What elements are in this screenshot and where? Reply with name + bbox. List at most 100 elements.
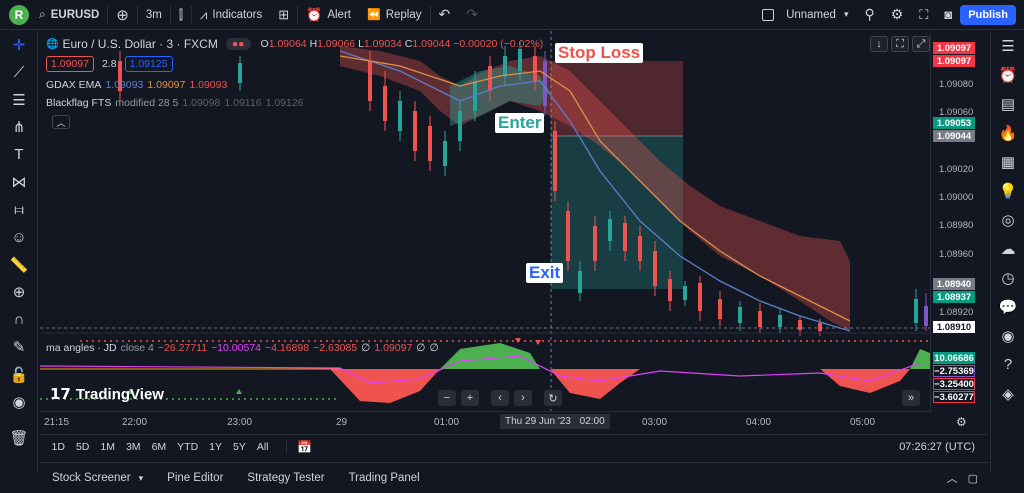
undo-button[interactable]: ↶ — [431, 0, 459, 30]
alerts-icon[interactable]: ⏰ — [991, 60, 1024, 89]
oscillator-legend[interactable]: ma angles · JD close 4 −26.27711 −10.005… — [46, 342, 439, 354]
ema-value-2: 1.09097 — [147, 79, 186, 91]
price-tick: 1.08920 — [939, 307, 974, 318]
publish-button[interactable]: Publish — [960, 4, 1016, 25]
layers-icon[interactable]: ◈ — [991, 379, 1024, 408]
osc-value-4: −2.63085 — [313, 342, 358, 354]
range-5d[interactable]: 5D — [70, 441, 94, 453]
position-icon[interactable]: ⧦ — [0, 196, 38, 224]
price-badge-gray: 1.09044 — [933, 130, 975, 142]
blackflag-value-2: 1.09116 — [224, 97, 262, 109]
scroll-to-realtime-button[interactable]: » — [902, 390, 920, 406]
ideas-icon[interactable]: 💡 — [991, 176, 1024, 205]
ruler-icon[interactable]: 📏 — [0, 251, 38, 279]
time-tick: 23:00 — [227, 417, 253, 428]
horizontal-lines-icon[interactable]: ☰ — [0, 86, 38, 114]
chats-icon[interactable]: ☁ — [991, 234, 1024, 263]
collapse-legend-button[interactable]: ︿ — [52, 115, 70, 129]
reset-view-button[interactable]: ↻ — [544, 390, 562, 406]
zoom-in-button[interactable]: + — [461, 390, 479, 406]
tab-strategy-tester[interactable]: Strategy Tester — [235, 472, 336, 484]
zoom-in-icon[interactable]: ⊕ — [0, 279, 38, 307]
range-3m[interactable]: 3M — [120, 441, 146, 453]
tab-stock-screener[interactable]: Stock Screener ▾ — [40, 472, 155, 484]
redo-button[interactable]: ↷ — [458, 0, 486, 30]
chart-pane[interactable]: 🌐 Euro / U.S. Dollar · 3 · FXCM ●● O1.09… — [40, 31, 987, 438]
tradingview-watermark[interactable]: 𝟭𝟳 TradingView — [50, 385, 164, 404]
range-1m[interactable]: 1M — [95, 441, 121, 453]
data-window-icon[interactable]: ▤ — [991, 89, 1024, 118]
scroll-left-button[interactable]: ‹ — [491, 390, 509, 406]
range-ytd[interactable]: YTD — [172, 441, 204, 453]
pitchfork-icon[interactable]: ⋔ — [0, 114, 38, 142]
range-6m[interactable]: 6M — [146, 441, 172, 453]
zoom-out-button[interactable]: − — [438, 390, 456, 406]
settings-corner[interactable]: ⚙ — [956, 415, 967, 429]
range-1y[interactable]: 1Y — [204, 441, 228, 453]
replay-button[interactable]: ⏪ Replay — [359, 0, 430, 30]
avatar[interactable]: R — [9, 4, 29, 25]
osc-negative-area-2 — [550, 369, 640, 399]
search-icon: ⌕ — [39, 7, 46, 21]
chat-bubble-icon[interactable]: 💬 — [991, 292, 1024, 321]
drawing-toolbar: ✛ ⟋ ☰ ⋔ T ⋈ ⧦ ☺ 📏 ⊕ ∩ ✎ 🔓 ◉ 🗑 — [0, 31, 38, 471]
legend-toggle[interactable]: ●● — [225, 38, 251, 50]
exit-label[interactable]: Exit — [526, 263, 564, 283]
expand-panel-button[interactable]: ︿ — [947, 470, 958, 486]
sell-button[interactable]: 1.09097 — [46, 56, 94, 72]
fullscreen-button[interactable]: ⛶ — [911, 0, 936, 30]
templates-button[interactable]: ⊞ — [270, 0, 297, 30]
indicators-button[interactable]: ⩘ Indicators — [192, 0, 270, 30]
range-1d[interactable]: 1D — [46, 441, 70, 453]
price-scale[interactable]: 1.09097 1.09097 1.09080 1.09060 1.09053 … — [930, 31, 990, 412]
chart-type-button[interactable]: ⫿ — [171, 0, 191, 30]
scroll-right-button[interactable]: › — [514, 390, 532, 406]
buy-button[interactable]: 1.09125 — [124, 56, 173, 72]
reset-chart-button[interactable]: ⤢ — [912, 36, 930, 52]
indicator-legend-blackflag[interactable]: Blackflag FTS modified 28 5 1.09098 1.09… — [46, 97, 304, 109]
broadcast-icon[interactable]: ◉ — [991, 321, 1024, 350]
symbol-search[interactable]: ⌕ EURUSD — [39, 0, 107, 30]
trash-icon[interactable]: 🗑 — [0, 424, 38, 452]
clock[interactable]: 07:26:27 (UTC) — [899, 441, 975, 453]
tab-pine-editor[interactable]: Pine Editor — [155, 472, 235, 484]
fullscreen-icon: ⛶ — [919, 6, 929, 22]
help-icon[interactable]: ? — [991, 350, 1024, 379]
symbol-title[interactable]: Euro / U.S. Dollar · 3 · FXCM — [62, 37, 217, 51]
eye-icon[interactable]: ◉ — [0, 389, 38, 417]
notifications-icon[interactable]: ◷ — [991, 263, 1024, 292]
calendar-icon[interactable]: ▦ — [991, 147, 1024, 176]
scroll-down-button[interactable]: ↓ — [870, 36, 888, 52]
text-icon[interactable]: T — [0, 141, 38, 169]
interval-button[interactable]: 3m — [138, 0, 170, 30]
maximize-panel-button[interactable]: ▢ — [968, 472, 978, 485]
compare-button[interactable]: ⊕ — [108, 0, 137, 30]
alert-button[interactable]: ⏰ Alert — [298, 0, 359, 30]
pencil-lock-icon[interactable]: ✎ — [0, 334, 38, 362]
chart-controls: ↓ ⛶ ⤢ — [870, 36, 930, 52]
crosshair-icon[interactable]: ✛ — [0, 31, 38, 59]
streams-icon[interactable]: ◎ — [991, 205, 1024, 234]
trend-line-icon[interactable]: ⟋ — [0, 59, 38, 87]
quick-search-button[interactable]: ⚲ — [856, 0, 882, 30]
time-scale[interactable]: 21:15 22:00 23:00 29 01:00 Thu 29 Jun '2… — [40, 411, 930, 433]
maximize-button[interactable]: ⛶ — [891, 36, 909, 52]
cursor-time: 02:00 — [579, 416, 605, 427]
range-5y[interactable]: 5Y — [228, 441, 252, 453]
settings-button[interactable]: ⚙ — [883, 0, 912, 30]
snapshot-button[interactable]: ◙ — [936, 0, 960, 30]
top-toolbar: R ⌕ EURUSD ⊕ 3m ⫿ ⩘ Indicators ⊞ ⏰ Alert ⏪… — [0, 0, 1024, 30]
tab-trading-panel[interactable]: Trading Panel — [337, 472, 432, 484]
layout-menu[interactable]: Unnamed ▾ — [754, 0, 856, 30]
pattern-icon[interactable]: ⋈ — [0, 169, 38, 197]
lock-icon[interactable]: 🔓 — [0, 361, 38, 389]
hotlists-icon[interactable]: 🔥 — [991, 118, 1024, 147]
enter-label[interactable]: Enter — [495, 113, 545, 133]
emoji-icon[interactable]: ☺ — [0, 224, 38, 252]
watchlist-icon[interactable]: ☰ — [991, 31, 1024, 60]
range-all[interactable]: All — [251, 441, 274, 453]
indicator-legend-ema[interactable]: GDAX EMA 1.09093 1.09097 1.09093 — [46, 79, 227, 91]
magnet-icon[interactable]: ∩ — [0, 306, 38, 334]
goto-date-button[interactable]: 📅 — [286, 439, 312, 454]
stop-loss-label[interactable]: Stop Loss — [555, 43, 644, 63]
